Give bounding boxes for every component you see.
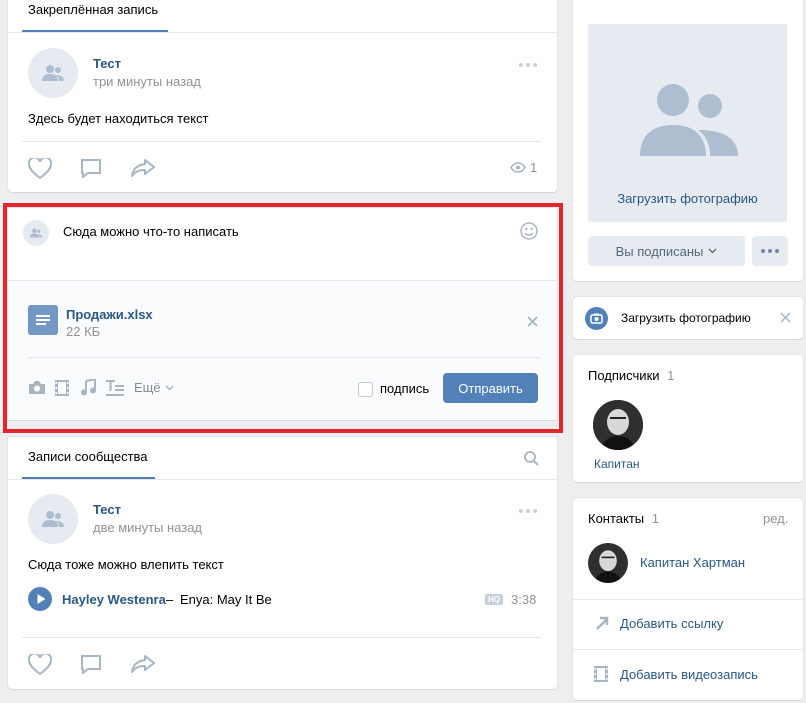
track-title: Enya: May It Be bbox=[180, 592, 272, 607]
play-button[interactable] bbox=[28, 587, 52, 611]
profile-photo-card: Загрузить фотографию Вы подписаны bbox=[573, 0, 803, 281]
camera-icon[interactable] bbox=[585, 307, 608, 330]
profile-photo-placeholder[interactable]: Загрузить фотографию bbox=[588, 24, 787, 222]
post-actions-divider bbox=[22, 637, 541, 638]
tab-community-posts[interactable]: Записи сообщества bbox=[28, 449, 148, 464]
close-icon[interactable] bbox=[780, 312, 791, 323]
author-avatar[interactable] bbox=[28, 48, 78, 98]
edit-contacts-link[interactable]: ред. bbox=[763, 511, 788, 526]
post-author[interactable]: Тест bbox=[93, 502, 121, 517]
post-actions-divider bbox=[22, 141, 541, 142]
upload-photo-link[interactable]: Загрузить фотографию bbox=[588, 191, 787, 206]
comment-icon[interactable] bbox=[80, 654, 102, 676]
post-time[interactable]: две минуты назад bbox=[93, 520, 202, 535]
contacts-count: 1 bbox=[651, 511, 660, 526]
comment-icon[interactable] bbox=[80, 158, 102, 180]
more-options-icon bbox=[761, 249, 779, 253]
share-icon[interactable] bbox=[130, 654, 156, 674]
subscribers-count: 1 bbox=[667, 368, 675, 383]
track-duration: 3:38 bbox=[511, 592, 537, 607]
contacts-divider bbox=[573, 649, 803, 650]
hq-badge: HQ bbox=[485, 594, 503, 605]
subscribed-label: Вы подписаны bbox=[615, 243, 704, 259]
tab-divider bbox=[8, 479, 557, 480]
contacts-divider bbox=[573, 599, 803, 600]
tab-divider bbox=[8, 32, 557, 33]
author-avatar[interactable] bbox=[28, 494, 78, 544]
track-artist[interactable]: Hayley Westenra bbox=[62, 592, 166, 607]
chevron-down-icon bbox=[708, 248, 717, 254]
community-posts-card: Записи сообщества Тест две минуты назад … bbox=[8, 437, 557, 689]
subscribers-card: Подписчики 1 Капитан bbox=[573, 355, 803, 482]
more-options-icon[interactable] bbox=[518, 508, 538, 514]
contact-avatar[interactable] bbox=[588, 543, 628, 583]
add-video-button[interactable]: Добавить видеозапись bbox=[620, 667, 758, 682]
contact-name[interactable]: Капитан Хартман bbox=[640, 555, 745, 570]
like-icon[interactable] bbox=[28, 654, 52, 675]
contacts-card: Контакты 1 ред. Капитан Хартман Добавить… bbox=[573, 498, 803, 700]
more-options-icon[interactable] bbox=[518, 62, 538, 68]
upload-photo-bar: Загрузить фотографию bbox=[573, 297, 803, 339]
share-icon[interactable] bbox=[130, 158, 156, 178]
add-link-button[interactable]: Добавить ссылку bbox=[620, 616, 723, 631]
video-icon bbox=[594, 666, 608, 682]
community-icon bbox=[640, 84, 738, 156]
community-icon bbox=[42, 511, 64, 527]
track-dash: – bbox=[166, 592, 174, 607]
post-time[interactable]: три минуты назад bbox=[93, 74, 201, 89]
subscribers-title-label: Подписчики bbox=[588, 368, 660, 383]
link-icon bbox=[595, 615, 609, 631]
subscriber-name[interactable]: Капитан bbox=[594, 457, 640, 471]
post-text: Сюда тоже можно влепить текст bbox=[28, 557, 224, 572]
tab-pinned-post[interactable]: Закреплённая запись bbox=[28, 2, 158, 17]
community-icon bbox=[42, 65, 64, 81]
subscriber-avatar[interactable] bbox=[593, 400, 643, 450]
contacts-title[interactable]: Контакты 1 bbox=[588, 511, 659, 526]
subscribed-button[interactable]: Вы подписаны bbox=[588, 236, 745, 266]
highlight-frame bbox=[3, 203, 563, 433]
views-count: 1 bbox=[530, 160, 538, 175]
views-icon bbox=[510, 162, 526, 173]
subscribers-title[interactable]: Подписчики 1 bbox=[588, 368, 674, 383]
contacts-title-label: Контакты bbox=[588, 511, 645, 526]
pinned-post-card: Закреплённая запись Тест три минуты наза… bbox=[8, 0, 557, 192]
search-icon[interactable] bbox=[524, 451, 539, 466]
post-text: Здесь будет находиться текст bbox=[28, 111, 209, 126]
like-icon[interactable] bbox=[28, 158, 52, 179]
more-actions-button[interactable] bbox=[752, 236, 788, 266]
upload-photo-label[interactable]: Загрузить фотографию bbox=[621, 311, 751, 325]
post-author[interactable]: Тест bbox=[93, 56, 121, 71]
